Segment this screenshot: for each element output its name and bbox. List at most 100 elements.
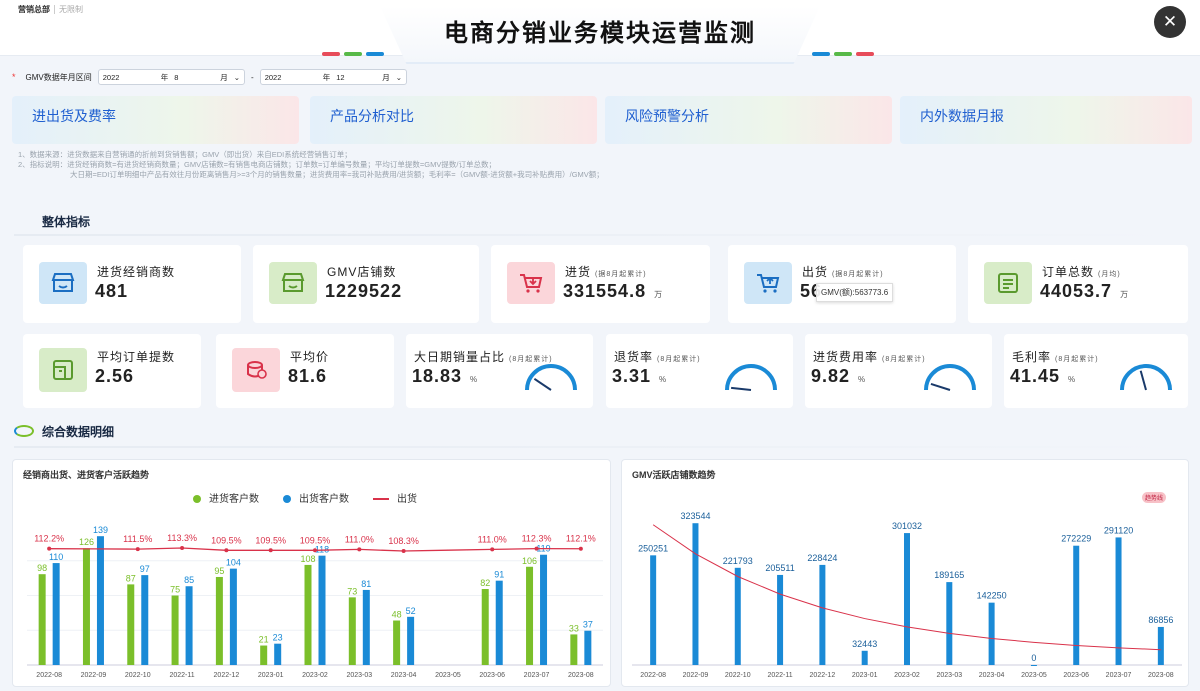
data-label: 104 [226, 558, 241, 568]
data-notes: 1、数据来源：进货数据来自营销通的折前到货销售额；GMV（即出货）来自EDI系统… [18, 150, 778, 180]
tab-product-compare[interactable]: 产品分析对比 [310, 96, 597, 144]
bar [584, 630, 592, 665]
line-point [180, 546, 185, 551]
data-label: 86856 [1148, 615, 1173, 625]
breadcrumb-sub[interactable]: 无限制 [54, 5, 83, 14]
bar [904, 533, 910, 665]
kpi-label: 进货经销商数 [97, 265, 176, 279]
kpi-value: 41.45% [1010, 366, 1076, 387]
gauge-card: 进货费用率 (8月起累计) 9.82% [805, 334, 992, 408]
tab-monthly-report[interactable]: 内外数据月报 [900, 96, 1192, 144]
line-label: 109.5% [211, 535, 242, 545]
gauge-card: 大日期销量占比 (8月起累计) 18.83% [406, 334, 593, 408]
kpi-label: 平均价 [290, 350, 330, 364]
chart-panel-dealer-activity: 经销商出货、进货客户活跃趋势 进货客户数 出货客户数 出货 2022-08 98 1… [12, 459, 611, 687]
data-label: 301032 [892, 521, 922, 531]
kpi-value-text: 3.31 [612, 366, 652, 386]
line-label: 112.1% [566, 534, 596, 544]
bar [171, 595, 179, 665]
x-tick-label: 2023-07 [524, 672, 550, 679]
x-tick-label: 2023-07 [1106, 672, 1132, 679]
close-icon[interactable]: ✕ [1154, 6, 1186, 38]
kpi-label-text: 进货 [565, 265, 592, 279]
kpi-sublabel: (8月起累计) [657, 356, 701, 363]
start-date-select[interactable]: 2022 年 8 月 ⌄ [97, 69, 246, 85]
section-title: 综合数据明细 [42, 424, 115, 439]
bar [274, 643, 282, 665]
x-tick-label: 2022-08 [36, 672, 62, 679]
deco-bar [366, 52, 384, 56]
store-icon [39, 262, 87, 304]
data-label: 110 [49, 552, 63, 562]
line-label: 109.5% [255, 535, 286, 545]
data-label: 221793 [723, 556, 753, 566]
data-label: 81 [361, 579, 371, 589]
bar [304, 564, 312, 665]
coin-icon [232, 348, 280, 392]
kpi-label: 订单总数 (月均) [1042, 263, 1121, 280]
data-label: 108 [300, 554, 315, 564]
kpi-label-text: 毛利率 [1012, 350, 1052, 364]
data-label: 52 [406, 606, 416, 616]
data-label: 0 [1031, 653, 1036, 663]
line-label: 111.0% [345, 534, 374, 544]
kpi-label-text: 退货率 [614, 350, 654, 364]
breadcrumb-main[interactable]: 营销总部 [18, 5, 50, 14]
data-label: 91 [494, 570, 504, 580]
section-icon [14, 425, 34, 437]
note-line: 大日期=EDI订单明细中产品有效往月份距离销售月>=3个月的销售数量；进货费用率… [70, 170, 604, 179]
bar [260, 645, 268, 665]
gauge-arc [924, 364, 976, 391]
kpi-value: 18.83% [412, 366, 478, 387]
end-month: 12 [336, 72, 345, 82]
data-label: 106 [522, 556, 537, 566]
x-tick-label: 2023-06 [479, 672, 505, 679]
note-line: 2、指标说明：进货经销商数=有进货经销商数量；GMV店铺数=有销售电商店铺数；订… [18, 160, 496, 169]
x-tick-label: 2022-12 [214, 672, 240, 679]
kpi-label: 进货 (据8月起累计) [565, 263, 647, 280]
tab-label: 产品分析对比 [330, 108, 414, 124]
bar [141, 575, 149, 665]
bar [1073, 545, 1080, 665]
gauge-dial [1120, 364, 1172, 391]
data-label: 189165 [934, 570, 964, 580]
bar [229, 568, 237, 665]
doc-icon [39, 348, 87, 392]
kpi-sublabel: (据8月起累计) [832, 271, 884, 278]
kpi-value: 81.6 [288, 366, 328, 386]
data-label: 32443 [852, 639, 877, 649]
gauge-card: 退货率 (8月起累计) 3.31% [606, 334, 793, 408]
kpi-unit: % [659, 375, 668, 384]
note-line: 1、数据来源：进货数据来自营销通的折前到货销售额；GMV（即出货）来自EDI系统… [18, 150, 352, 159]
bar [393, 620, 401, 665]
tab-inout-rate[interactable]: 进出货及费率 [12, 96, 299, 144]
bar [348, 597, 356, 665]
tab-risk-warning[interactable]: 风险预警分析 [605, 96, 892, 144]
line-point [313, 548, 317, 553]
kpi-value: 1229522 [325, 281, 403, 301]
data-label: 95 [214, 566, 224, 576]
x-tick-label: 2022-09 [683, 672, 709, 679]
kpi-card-dealers: 进货经销商数 481 [23, 245, 241, 323]
deco-bar [834, 52, 852, 56]
x-tick-label: 2022-11 [169, 672, 194, 679]
x-tick-label: 2022-09 [81, 672, 107, 679]
kpi-sublabel: (月均) [1098, 271, 1121, 278]
x-tick-label: 2023-02 [302, 672, 328, 679]
line-label: 109.5% [300, 535, 331, 545]
data-label: 126 [79, 537, 94, 547]
x-tick-label: 2023-03 [346, 672, 372, 679]
gauge-needle [1139, 370, 1147, 391]
bar [692, 523, 699, 665]
x-tick-label: 2022-11 [767, 672, 792, 679]
bar [362, 589, 370, 665]
line-label: 113.3% [167, 533, 197, 543]
kpi-sublabel: (8月起累计) [1055, 356, 1099, 363]
page-title: 电商分销业务模块运营监测 [444, 19, 756, 47]
end-date-select[interactable]: 2022 年 12 月 ⌄ [259, 69, 408, 85]
section-header-overall: 整体指标 [14, 208, 90, 234]
kpi-card-avg-price: 平均价 81.6 [216, 334, 394, 408]
x-tick-label: 2023-01 [258, 672, 284, 679]
line-label: 111.5% [123, 534, 152, 544]
bar [82, 548, 90, 665]
